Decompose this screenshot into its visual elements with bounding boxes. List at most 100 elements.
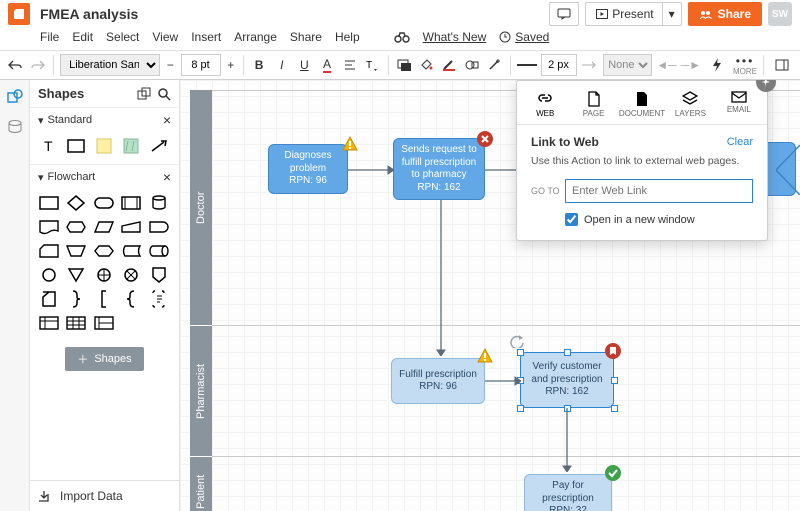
shape-style-button[interactable]: [462, 54, 481, 76]
rail-data-icon[interactable]: [4, 116, 26, 138]
fc-delay[interactable]: [148, 217, 170, 237]
redo-button[interactable]: [29, 54, 48, 76]
menu-help[interactable]: Help: [335, 30, 360, 44]
fc-table[interactable]: [65, 313, 87, 333]
lightning-icon[interactable]: [705, 54, 729, 76]
share-button[interactable]: Share: [688, 2, 762, 26]
font-select[interactable]: Liberation Sans: [60, 54, 160, 76]
rail-shapes-icon[interactable]: [4, 86, 26, 108]
comments-button[interactable]: [549, 2, 579, 26]
undo-button[interactable]: [6, 54, 25, 76]
shape-library-icon[interactable]: [131, 87, 151, 101]
line-color-button[interactable]: [440, 54, 459, 76]
close-standard[interactable]: ×: [163, 112, 171, 128]
node-send[interactable]: Sends request to fulfill prescription to…: [393, 138, 485, 200]
node-diagnose[interactable]: Diagnoses problem RPN: 96: [268, 144, 348, 194]
menu-select[interactable]: Select: [106, 30, 139, 44]
fc-document[interactable]: [38, 217, 60, 237]
saved-status[interactable]: Saved: [499, 30, 549, 44]
more-shapes-button[interactable]: ＋Shapes: [65, 347, 143, 371]
font-size-input[interactable]: [181, 54, 221, 76]
node-fulfill[interactable]: Fulfill prescription RPN: 96: [391, 358, 485, 404]
font-size-plus[interactable]: +: [225, 58, 237, 72]
fc-connector[interactable]: [38, 265, 60, 285]
stroke-width-input[interactable]: [541, 54, 577, 76]
shape-rect[interactable]: [65, 136, 87, 156]
menu-view[interactable]: View: [152, 30, 178, 44]
endpoint-right[interactable]: ─►: [681, 54, 701, 76]
fc-predef[interactable]: [120, 193, 142, 213]
line-style-button[interactable]: [517, 54, 537, 76]
node-verify[interactable]: Verify customer and prescription RPN: 16…: [520, 352, 614, 408]
menu-share[interactable]: Share: [290, 30, 322, 44]
document-title[interactable]: FMEA analysis: [40, 6, 138, 22]
magic-button[interactable]: [485, 54, 504, 76]
tab-web[interactable]: WEB: [521, 87, 569, 124]
close-flowchart[interactable]: ×: [163, 169, 171, 185]
import-data-button[interactable]: Import Data: [30, 480, 179, 511]
tab-layers[interactable]: LAYERS: [666, 87, 714, 124]
weblink-input[interactable]: [565, 179, 753, 203]
right-panel-toggle[interactable]: [770, 54, 794, 76]
category-standard[interactable]: ▾Standard×: [30, 107, 179, 132]
lane-doctor[interactable]: Doctor: [190, 90, 212, 325]
bucket-button[interactable]: [417, 54, 436, 76]
menu-insert[interactable]: Insert: [191, 30, 221, 44]
binoculars-icon[interactable]: [394, 31, 410, 43]
tab-page[interactable]: PAGE: [569, 87, 617, 124]
fc-data[interactable]: [93, 217, 115, 237]
endpoint-left[interactable]: ◄─: [656, 54, 676, 76]
fc-note-br[interactable]: [148, 289, 170, 309]
lane-patient[interactable]: Patient: [190, 457, 212, 511]
fc-manual-op[interactable]: [65, 241, 87, 261]
tab-email[interactable]: EMAIL: [715, 87, 763, 124]
align-button[interactable]: [340, 54, 359, 76]
shape-note[interactable]: [93, 136, 115, 156]
fc-loop[interactable]: [93, 241, 115, 261]
fc-bracket[interactable]: [93, 289, 115, 309]
menu-file[interactable]: File: [40, 30, 59, 44]
menu-arrange[interactable]: Arrange: [234, 30, 277, 44]
text-options-button[interactable]: T: [363, 54, 382, 76]
fc-internal[interactable]: [38, 313, 60, 333]
decision-partial[interactable]: [776, 145, 800, 195]
fc-offpage2[interactable]: [38, 289, 60, 309]
line-routing-select[interactable]: None: [603, 54, 652, 76]
italic-button[interactable]: I: [272, 54, 291, 76]
menu-edit[interactable]: Edit: [72, 30, 93, 44]
fc-direct[interactable]: [148, 241, 170, 261]
lane-pharmacist[interactable]: Pharmacist: [190, 326, 212, 456]
canvas[interactable]: Doctor Pharmacist Patient Diagnoses prob…: [180, 80, 800, 511]
tab-document[interactable]: DOCUMENT: [618, 87, 666, 124]
popover-clear[interactable]: Clear: [727, 136, 753, 148]
fc-swimlane[interactable]: [93, 313, 115, 333]
more-button[interactable]: •••MORE: [733, 54, 757, 76]
whats-new-link[interactable]: What's New: [423, 30, 487, 44]
fc-terminator[interactable]: [93, 193, 115, 213]
fc-brace-right[interactable]: [65, 289, 87, 309]
shape-arrow[interactable]: [148, 136, 170, 156]
arrow-style-button[interactable]: [581, 54, 600, 76]
font-size-minus[interactable]: −: [164, 58, 176, 72]
fc-display[interactable]: [65, 217, 87, 237]
new-window-checkbox[interactable]: Open in a new window: [565, 213, 753, 226]
user-avatar[interactable]: SW: [768, 2, 792, 26]
fc-decision[interactable]: [65, 193, 87, 213]
fill-button[interactable]: [394, 54, 413, 76]
fc-stored[interactable]: [120, 241, 142, 261]
app-logo[interactable]: [8, 3, 30, 25]
text-color-button[interactable]: A: [318, 54, 337, 76]
present-button[interactable]: Present ▾: [585, 2, 681, 26]
shape-text[interactable]: T: [38, 136, 60, 156]
search-shapes-icon[interactable]: [151, 87, 171, 101]
underline-button[interactable]: U: [295, 54, 314, 76]
fc-manual-input[interactable]: [120, 217, 142, 237]
fc-merge[interactable]: [65, 265, 87, 285]
fc-database[interactable]: [148, 193, 170, 213]
fc-brace-left[interactable]: [120, 289, 142, 309]
fc-sum[interactable]: [120, 265, 142, 285]
category-flowchart[interactable]: ▾Flowchart×: [30, 164, 179, 189]
bold-button[interactable]: B: [250, 54, 269, 76]
rotate-handle-icon[interactable]: [507, 334, 525, 348]
fc-or[interactable]: [93, 265, 115, 285]
